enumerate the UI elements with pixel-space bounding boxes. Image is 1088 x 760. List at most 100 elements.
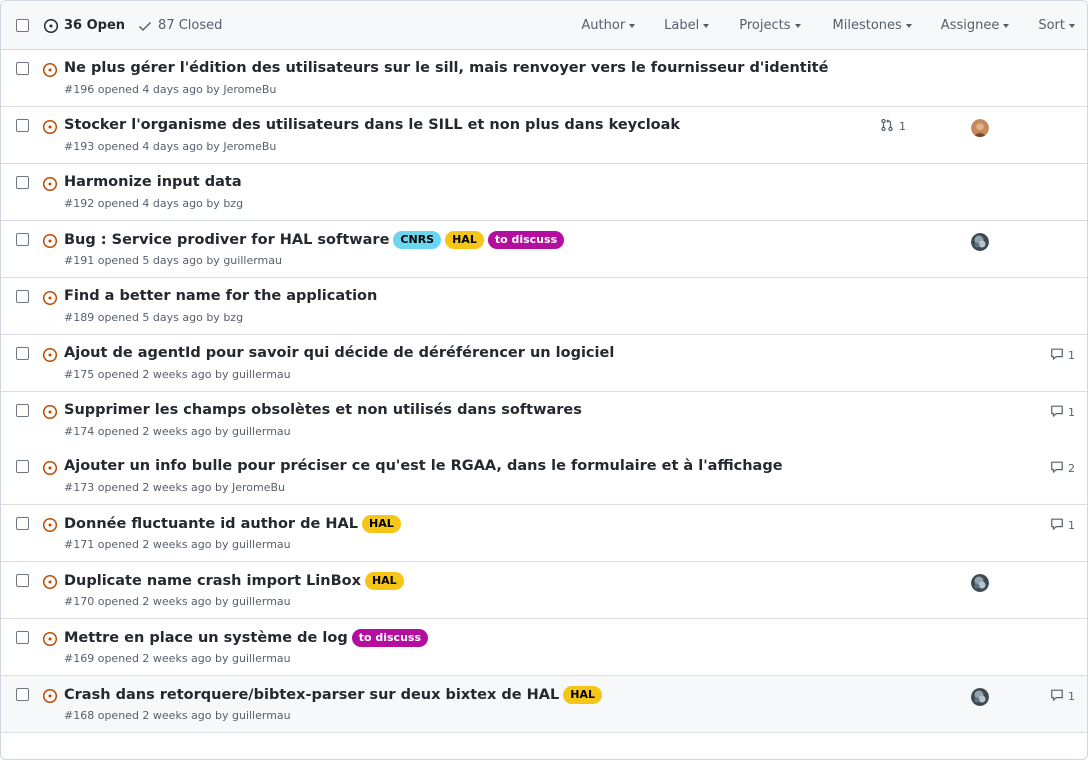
open-count-label: 36 Open: [64, 18, 126, 33]
issue-row: Ajouter un info bulle pour préciser ce q…: [1, 448, 1087, 505]
label-cnrs[interactable]: CNRS: [393, 231, 442, 249]
issue-title[interactable]: Find a better name for the application: [64, 288, 377, 304]
issue-opened: opened 2 weeks ago by: [97, 368, 229, 381]
issue-opened: opened 4 days ago by: [97, 140, 220, 153]
closed-count-label: 87 Closed: [158, 18, 223, 33]
issue-meta: #168 opened 2 weeks ago by guillermau: [64, 709, 291, 722]
issue-author[interactable]: guillermau: [232, 595, 291, 608]
author-filter-label: Author: [581, 18, 626, 33]
assignee-filter[interactable]: Assignee: [941, 18, 1010, 33]
issue-title-line: Donnée fluctuante id author de HAL HAL: [64, 515, 401, 533]
select-all-checkbox[interactable]: [16, 19, 29, 32]
issue-number: #193: [64, 140, 95, 153]
issue-checkbox[interactable]: [16, 688, 29, 701]
chevron-down-icon: [794, 24, 801, 28]
issue-checkbox[interactable]: [16, 347, 29, 360]
issue-title[interactable]: Ne plus gérer l'édition des utilisateurs…: [64, 60, 828, 76]
issue-title[interactable]: Duplicate name crash import LinBox: [64, 573, 361, 589]
issue-open-icon: [42, 290, 58, 310]
issue-row: Ajout de agentId pour savoir qui décide …: [1, 335, 1087, 392]
issue-checkbox[interactable]: [16, 574, 29, 587]
comment-count: 2: [1068, 462, 1075, 475]
issue-comments-link[interactable]: 1: [1050, 404, 1075, 421]
issue-author[interactable]: guillermau: [223, 254, 282, 267]
issue-checkbox[interactable]: [16, 233, 29, 246]
issue-author[interactable]: guillermau: [232, 709, 291, 722]
assignee-avatar[interactable]: [971, 119, 989, 137]
issue-title[interactable]: Crash dans retorquere/bibtex-parser sur …: [64, 687, 559, 703]
issue-opened: opened 2 weeks ago by: [97, 425, 229, 438]
label-hal[interactable]: HAL: [445, 231, 484, 249]
issue-number: #191: [64, 254, 95, 267]
issue-title[interactable]: Supprimer les champs obsolètes et non ut…: [64, 402, 582, 418]
issue-checkbox[interactable]: [16, 460, 29, 473]
chevron-down-icon: [1069, 24, 1075, 28]
issue-author[interactable]: guillermau: [232, 368, 291, 381]
chevron-down-icon: [629, 24, 636, 28]
label-to-discuss[interactable]: to discuss: [487, 231, 565, 249]
issue-meta: #175 opened 2 weeks ago by guillermau: [64, 368, 291, 381]
issue-author[interactable]: bzg: [223, 197, 243, 210]
assignee-avatar[interactable]: [971, 688, 989, 706]
issue-checkbox[interactable]: [16, 119, 29, 132]
issue-open-icon: [42, 404, 58, 424]
issue-comments-link[interactable]: 1: [1050, 347, 1075, 364]
issue-checkbox[interactable]: [16, 290, 29, 303]
issue-author[interactable]: JeromeBu: [223, 140, 276, 153]
projects-filter[interactable]: Projects: [739, 18, 801, 33]
issue-number: #168: [64, 709, 95, 722]
issue-checkbox[interactable]: [16, 62, 29, 75]
issue-author[interactable]: JeromeBu: [223, 83, 276, 96]
issue-author[interactable]: guillermau: [232, 538, 291, 551]
linked-pull-requests[interactable]: 1: [880, 118, 906, 135]
issue-row: Mettre en place un système de log to disc…: [1, 619, 1087, 676]
issue-title[interactable]: Ajouter un info bulle pour préciser ce q…: [64, 458, 783, 474]
projects-filter-label: Projects: [739, 18, 791, 33]
issue-row: Bug : Service prodiver for HAL software C…: [1, 221, 1087, 278]
issue-title-line: Ajouter un info bulle pour préciser ce q…: [64, 458, 783, 474]
assignee-avatar[interactable]: [971, 233, 989, 251]
issue-opened: opened 5 days ago by: [97, 254, 220, 267]
issue-title[interactable]: Mettre en place un système de log: [64, 630, 348, 646]
issue-author[interactable]: bzg: [223, 311, 243, 324]
issue-comments-link[interactable]: 1: [1050, 517, 1075, 534]
issue-meta: #192 opened 4 days ago by bzg: [64, 197, 243, 210]
issue-title[interactable]: Ajout de agentId pour savoir qui décide …: [64, 345, 614, 361]
issue-author[interactable]: guillermau: [232, 425, 291, 438]
issue-row: Find a better name for the application #1…: [1, 278, 1087, 335]
label-hal[interactable]: HAL: [364, 572, 404, 590]
label-to-discuss[interactable]: to discuss: [351, 629, 429, 647]
issue-meta: #173 opened 2 weeks ago by JeromeBu: [64, 481, 285, 494]
label-filter-label: Label: [664, 18, 700, 33]
issue-checkbox[interactable]: [16, 517, 29, 530]
issue-title[interactable]: Harmonize input data: [64, 174, 242, 190]
chevron-down-icon: [1003, 24, 1010, 28]
issue-number: #173: [64, 481, 95, 494]
issue-row: Stocker l'organisme des utilisateurs dan…: [1, 107, 1087, 164]
issue-author[interactable]: guillermau: [232, 652, 291, 665]
issue-title[interactable]: Stocker l'organisme des utilisateurs dan…: [64, 117, 680, 133]
issue-meta: #196 opened 4 days ago by JeromeBu: [64, 83, 276, 96]
issue-checkbox[interactable]: [16, 176, 29, 189]
issue-comments-link[interactable]: 1: [1050, 688, 1075, 705]
issue-opened: opened 4 days ago by: [97, 83, 220, 96]
issue-number: #171: [64, 538, 95, 551]
author-filter[interactable]: Author: [581, 18, 636, 33]
issue-checkbox[interactable]: [16, 631, 29, 644]
label-filter[interactable]: Label: [664, 18, 710, 33]
open-issues-link[interactable]: 36 Open: [43, 18, 125, 34]
comment-count: 1: [1068, 519, 1075, 532]
issue-comments-link[interactable]: 2: [1050, 460, 1075, 477]
issue-meta: #189 opened 5 days ago by bzg: [64, 311, 243, 324]
closed-issues-link[interactable]: 87 Closed: [137, 18, 222, 34]
milestones-filter[interactable]: Milestones: [833, 18, 912, 33]
issue-opened: opened 4 days ago by: [97, 197, 220, 210]
issue-title[interactable]: Bug : Service prodiver for HAL software: [64, 232, 389, 248]
issue-title[interactable]: Donnée fluctuante id author de HAL: [64, 516, 358, 532]
assignee-avatar[interactable]: [971, 574, 989, 592]
issue-author[interactable]: JeromeBu: [232, 481, 285, 494]
issue-checkbox[interactable]: [16, 404, 29, 417]
label-hal[interactable]: HAL: [563, 686, 602, 704]
sort-filter[interactable]: Sort: [1038, 18, 1075, 33]
label-hal[interactable]: HAL: [361, 515, 401, 533]
